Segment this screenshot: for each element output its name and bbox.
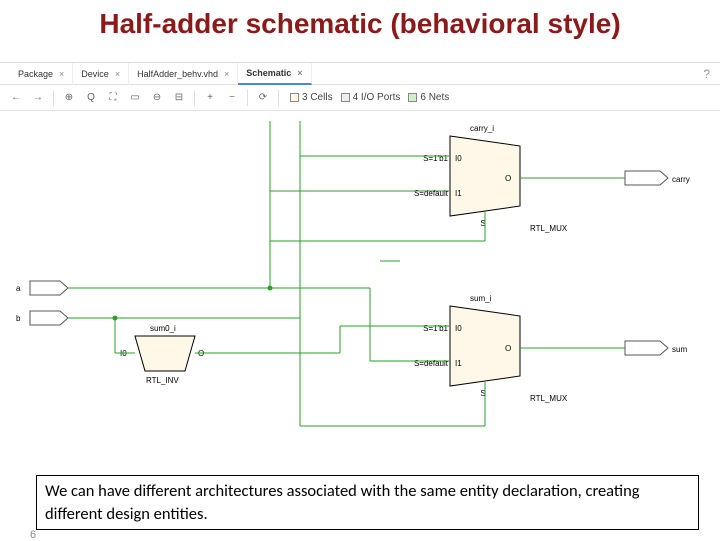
back-icon[interactable]: ←: [6, 88, 26, 108]
forward-icon[interactable]: →: [28, 88, 48, 108]
schematic-canvas[interactable]: a b sum0_i I0 O RTL_INV carry_i: [0, 111, 720, 461]
close-icon[interactable]: ×: [297, 68, 302, 78]
svg-text:carry_i: carry_i: [470, 124, 494, 133]
tab-strip: Package × Device × HalfAdder_behv.vhd × …: [0, 63, 720, 85]
toolbar: ← → ⊕ Q ⛶ ▭ ⊖ ⊟ + − ⟳ 3 Cells 4 I/O Port…: [0, 85, 720, 111]
slide-title: Half-adder schematic (behavioral style): [0, 8, 720, 40]
separator: [247, 90, 248, 106]
separator: [53, 90, 54, 106]
port-a: a: [16, 281, 68, 295]
stat-ports-label: 4 I/O Ports: [353, 92, 401, 103]
port-sum: sum: [625, 341, 687, 355]
schematic-svg: a b sum0_i I0 O RTL_INV carry_i: [0, 111, 720, 461]
port-b: b: [16, 311, 68, 325]
zoom-out-icon[interactable]: ⊖: [147, 88, 167, 108]
tab-label: HalfAdder_behv.vhd: [137, 69, 218, 79]
svg-text:RTL_MUX: RTL_MUX: [530, 224, 568, 233]
svg-text:sum0_i: sum0_i: [150, 324, 176, 333]
collapse-icon[interactable]: ⊟: [169, 88, 189, 108]
close-icon[interactable]: ×: [115, 69, 120, 79]
stat-nets: 6 Nets: [408, 92, 449, 103]
separator: [278, 90, 279, 106]
stat-cells-label: 3 Cells: [302, 92, 333, 103]
svg-text:S=default: S=default: [414, 189, 449, 198]
svg-text:a: a: [16, 284, 21, 293]
svg-text:S=1'b1: S=1'b1: [423, 324, 448, 333]
svg-text:b: b: [16, 314, 21, 323]
svg-text:I0: I0: [455, 324, 462, 333]
svg-text:RTL_MUX: RTL_MUX: [530, 394, 568, 403]
svg-text:sum_i: sum_i: [470, 294, 492, 303]
add-icon[interactable]: +: [200, 88, 220, 108]
fit-icon[interactable]: ⛶: [103, 88, 123, 108]
tab-label: Schematic: [246, 68, 291, 78]
search-icon[interactable]: Q: [81, 88, 101, 108]
svg-text:carry: carry: [672, 175, 690, 184]
tab-label: Package: [18, 69, 53, 79]
stat-nets-label: 6 Nets: [420, 92, 449, 103]
refresh-icon[interactable]: ⟳: [253, 88, 273, 108]
svg-text:I1: I1: [455, 189, 462, 198]
remove-icon[interactable]: −: [222, 88, 242, 108]
svg-text:I1: I1: [455, 359, 462, 368]
stat-cells: 3 Cells: [290, 92, 333, 103]
svg-text:sum: sum: [672, 345, 687, 354]
close-icon[interactable]: ×: [224, 69, 229, 79]
tab-schematic[interactable]: Schematic ×: [238, 63, 311, 85]
stat-ports: 4 I/O Ports: [341, 92, 401, 103]
svg-text:S=1'b1: S=1'b1: [423, 154, 448, 163]
tab-file[interactable]: HalfAdder_behv.vhd ×: [129, 63, 238, 85]
swatch-icon: [290, 93, 299, 102]
tab-package[interactable]: Package ×: [10, 63, 73, 85]
tab-device[interactable]: Device ×: [73, 63, 129, 85]
port-carry: carry: [625, 171, 690, 185]
svg-text:I0: I0: [455, 154, 462, 163]
svg-text:S=default: S=default: [414, 359, 449, 368]
separator: [194, 90, 195, 106]
close-icon[interactable]: ×: [59, 69, 64, 79]
swatch-icon: [341, 93, 350, 102]
svg-text:RTL_INV: RTL_INV: [146, 376, 179, 385]
swatch-icon: [408, 93, 417, 102]
tab-label: Device: [81, 69, 109, 79]
rtl-inv-block: sum0_i I0 O RTL_INV: [120, 324, 204, 385]
select-icon[interactable]: ▭: [125, 88, 145, 108]
svg-text:O: O: [505, 344, 511, 353]
help-icon[interactable]: ?: [703, 67, 710, 81]
page-number: 6: [30, 529, 36, 541]
caption-box: We can have different architectures asso…: [36, 475, 699, 530]
schematic-app: Package × Device × HalfAdder_behv.vhd × …: [0, 62, 720, 462]
svg-text:O: O: [505, 174, 511, 183]
zoom-in-icon[interactable]: ⊕: [59, 88, 79, 108]
